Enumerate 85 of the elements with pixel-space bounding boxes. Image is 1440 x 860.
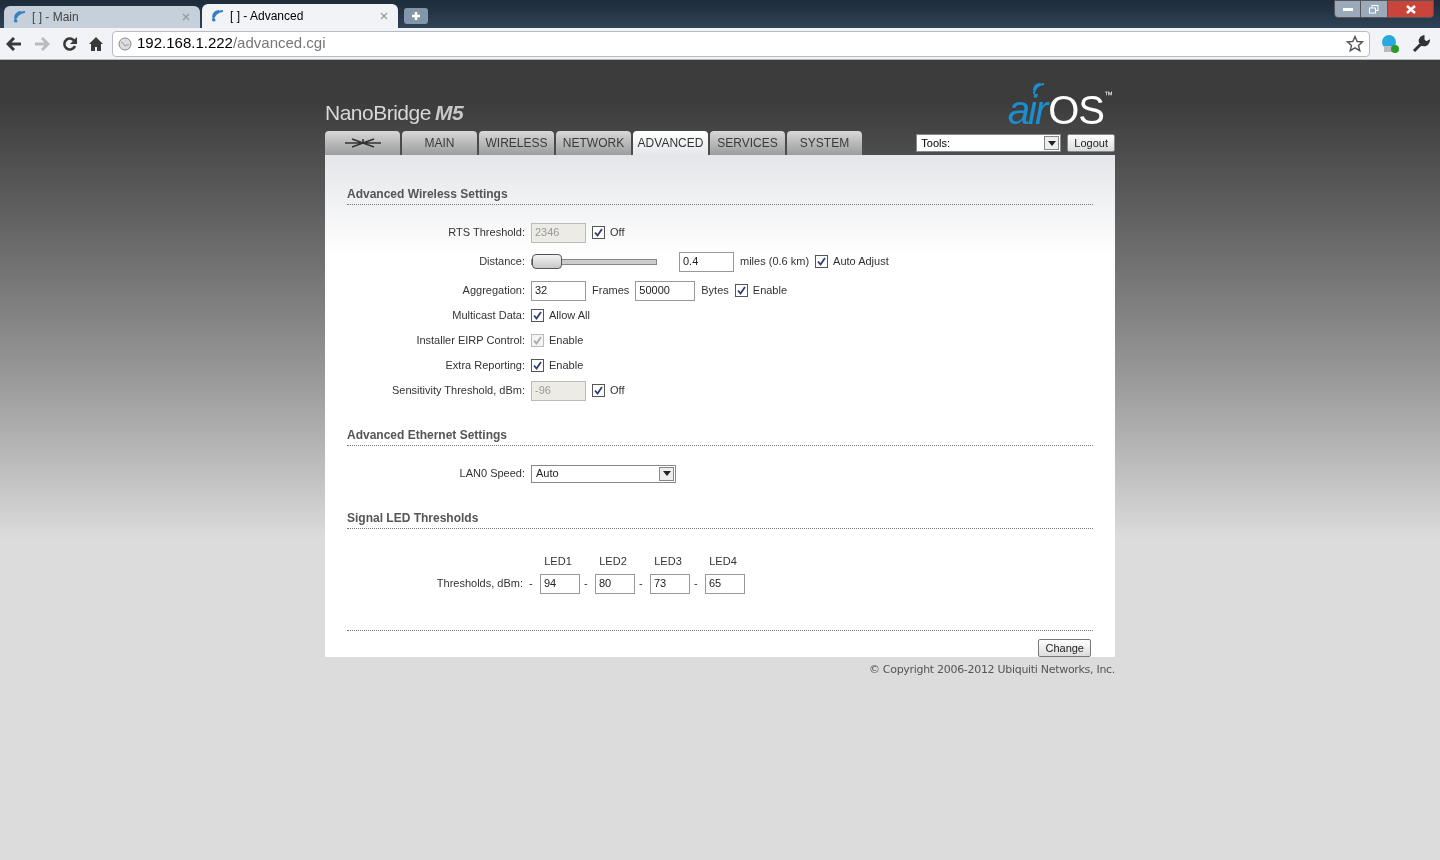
input-field[interactable]: 50000 (635, 280, 696, 301)
checkbox-label: Enable (752, 283, 788, 299)
field-label: RTS Threshold: (447, 225, 526, 241)
minus-sign: - (639, 576, 644, 592)
section-title: Advanced Wireless Settings (347, 185, 1093, 205)
change-button[interactable]: Change (1038, 638, 1091, 657)
nav-tab[interactable]: SERVICES (710, 131, 785, 155)
unit-label: Frames (592, 283, 630, 299)
back-icon[interactable] (6, 36, 22, 51)
minimize-button[interactable] (1334, 0, 1361, 18)
caret-icon (662, 471, 671, 476)
field-label: Multicast Data: (451, 308, 526, 324)
plus-icon (411, 11, 421, 21)
address-bar[interactable]: 192.168.1.222/advanced.cgi (112, 30, 1370, 57)
minus-sign: - (529, 576, 534, 592)
checkbox[interactable] (815, 255, 829, 268)
checkbox[interactable] (531, 359, 544, 372)
input-field[interactable]: 32 (531, 280, 586, 301)
nav-tab[interactable]: ADVANCED (633, 131, 708, 155)
globe-icon (118, 36, 132, 51)
column-header: LED4 (708, 554, 738, 569)
field-label: LAN0 Speed: (458, 466, 526, 482)
nav-tab[interactable]: NETWORK (556, 131, 631, 155)
section-title: Signal LED Thresholds (347, 509, 1093, 529)
checkbox-label: Auto Adjust (833, 254, 889, 270)
field-label: Thresholds, dBm: (435, 576, 524, 592)
select-dropdown[interactable]: Auto (531, 464, 676, 483)
input-field[interactable]: 73 (650, 573, 690, 594)
checkbox[interactable] (734, 284, 748, 297)
checkbox-label: Off (610, 383, 625, 399)
field-label: Aggregation: (461, 283, 526, 299)
input-field[interactable]: 80 (595, 573, 635, 594)
tab-title: [ ] - Main (32, 9, 80, 26)
signal-icon (14, 11, 26, 23)
field-label: Sensitivity Threshold, dBm: (390, 383, 526, 399)
wrench-icon[interactable] (1412, 34, 1430, 53)
field-label: Distance: (478, 254, 526, 270)
column-header: LED3 (653, 554, 683, 569)
checkbox-label: Enable (549, 358, 584, 374)
caret-icon (1047, 140, 1056, 146)
column-header: LED1 (543, 554, 573, 569)
unit-label: miles (0.6 km) (740, 254, 810, 270)
product-name: NanoBridge M5 (325, 99, 464, 126)
close-icon (1405, 4, 1416, 14)
section-title: Advanced Ethernet Settings (347, 426, 1093, 446)
minus-sign: - (584, 576, 589, 592)
field-label: Installer EIRP Control: (415, 333, 526, 349)
extension-icon[interactable] (1380, 33, 1400, 54)
nav-tab[interactable]: WIRELESS (479, 131, 554, 155)
logo-tab[interactable] (325, 131, 400, 155)
checkbox[interactable] (592, 226, 605, 239)
minus-sign: - (694, 576, 699, 592)
input-field[interactable]: 65 (705, 573, 745, 594)
checkbox-label: Enable (549, 333, 584, 349)
dish-icon (343, 138, 382, 148)
star-icon[interactable] (1346, 34, 1364, 53)
browser-tab[interactable]: [ ] - Main (4, 6, 200, 28)
logout-button[interactable]: Logout (1067, 134, 1115, 152)
column-header: LED2 (598, 554, 628, 569)
airos-logo-text: airOS™ (1007, 90, 1113, 130)
input-field[interactable]: 0.4 (679, 251, 734, 272)
nav-tab[interactable]: SYSTEM (787, 131, 862, 155)
restore-button[interactable] (1361, 0, 1388, 18)
close-icon[interactable] (380, 12, 388, 20)
signal-icon (212, 10, 224, 22)
tab-title: [ ] - Advanced (230, 8, 305, 25)
slider-thumb[interactable] (532, 253, 562, 269)
new-tab-button[interactable] (404, 8, 428, 24)
field-label: Extra Reporting: (444, 358, 526, 374)
unit-label: Bytes (701, 283, 729, 299)
close-button[interactable] (1388, 0, 1434, 18)
checkbox[interactable] (592, 384, 605, 397)
checkbox-label: Off (610, 225, 625, 241)
home-icon[interactable] (88, 35, 104, 52)
browser-tab[interactable]: [ ] - Advanced (202, 4, 398, 28)
checkbox-label: Allow All (549, 308, 590, 324)
copyright-text: © Copyright 2006-2012 Ubiquiti Networks, Inc. (868, 662, 1115, 678)
wireless-signal-icon (1031, 82, 1046, 96)
reload-icon[interactable] (62, 35, 78, 52)
restore-icon (1369, 4, 1379, 14)
nav-tab[interactable]: MAIN (402, 131, 477, 155)
input-field[interactable]: 94 (540, 573, 580, 594)
tools-dropdown[interactable]: Tools: (916, 134, 1062, 152)
url-text: 192.168.1.222/advanced.cgi (137, 33, 327, 54)
checkbox[interactable] (531, 309, 544, 322)
